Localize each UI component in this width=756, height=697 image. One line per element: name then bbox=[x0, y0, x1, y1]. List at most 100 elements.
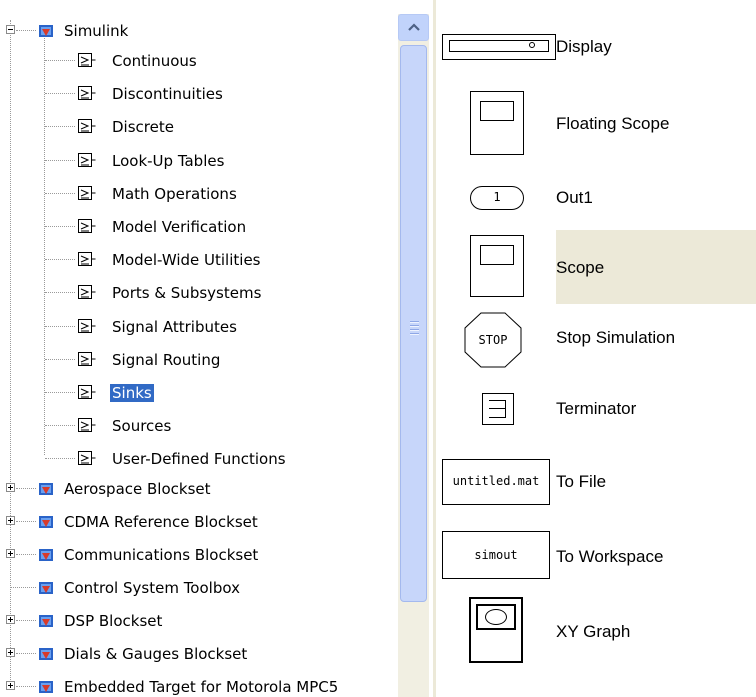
expand-toggle-icon[interactable] bbox=[6, 516, 15, 525]
block-label: Out1 bbox=[556, 188, 593, 207]
sublibrary-block-icon bbox=[78, 53, 96, 67]
scope-block-icon bbox=[470, 235, 524, 297]
to-workspace-block-icon: simout bbox=[442, 531, 550, 579]
tree-item-label: CDMA Reference Blockset bbox=[64, 513, 258, 531]
scroll-up-button[interactable] bbox=[398, 14, 429, 41]
sublibrary-block-icon bbox=[78, 219, 96, 233]
block-to-workspace[interactable]: simout To Workspace bbox=[436, 528, 756, 584]
sublibrary-block-icon bbox=[78, 185, 96, 200]
sublibrary-block-icon bbox=[78, 318, 96, 333]
stop-block-icon: STOP bbox=[464, 312, 522, 368]
block-label: Floating Scope bbox=[556, 114, 670, 133]
sublibrary-block-icon bbox=[78, 252, 96, 267]
grip-icon bbox=[410, 321, 419, 337]
tree-connector bbox=[45, 226, 75, 227]
toolbox-library-icon bbox=[39, 615, 53, 627]
block-to-file[interactable]: untitled.mat To File bbox=[436, 456, 756, 512]
block-icon-text: 1 bbox=[493, 190, 501, 204]
tree-item-simulink[interactable]: Simulink bbox=[0, 16, 398, 46]
collapse-toggle-icon[interactable] bbox=[6, 25, 15, 34]
sublibrary-block-icon bbox=[78, 385, 96, 399]
tree-item-sublibrary[interactable]: Ports & Subsystems bbox=[0, 278, 398, 308]
tree-connector bbox=[45, 392, 75, 393]
tree-item-library[interactable]: CDMA Reference Blockset bbox=[0, 507, 398, 537]
chevron-up-icon bbox=[408, 23, 420, 31]
tree-item-label: Ports & Subsystems bbox=[112, 284, 262, 303]
tree-item-sublibrary[interactable]: Model Verification bbox=[0, 212, 398, 242]
tree-item-label: Signal Routing bbox=[112, 350, 221, 369]
tree-item-sublibrary[interactable]: Sinks bbox=[0, 378, 398, 408]
tree-connector bbox=[45, 458, 75, 460]
tree-item-sublibrary[interactable]: Sources bbox=[0, 411, 398, 441]
block-xy-graph[interactable]: XY Graph bbox=[436, 594, 756, 674]
tree-item-library[interactable]: Aerospace Blockset bbox=[0, 474, 398, 504]
tree-item-label: Model-Wide Utilities bbox=[112, 251, 261, 270]
tree-item-library[interactable]: Embedded Target for Motorola MPC5 bbox=[0, 672, 398, 697]
tree-item-sublibrary[interactable]: Discrete bbox=[0, 112, 398, 142]
sublibrary-block-icon bbox=[78, 86, 96, 101]
tree-item-library[interactable]: Control System Toolbox bbox=[0, 573, 398, 603]
block-floating-scope[interactable]: Floating Scope bbox=[436, 86, 756, 162]
block-list[interactable]: Display Floating Scope 1 Out1 Scope STOP… bbox=[436, 0, 756, 697]
sublibrary-block-icon bbox=[78, 119, 96, 134]
tree-item-label: Signal Attributes bbox=[112, 317, 237, 336]
tree-connector bbox=[16, 620, 36, 621]
tree-connector bbox=[16, 488, 36, 489]
tree-item-library[interactable]: DSP Blockset bbox=[0, 606, 398, 636]
block-scope[interactable]: Scope bbox=[436, 230, 756, 304]
tree-item-library[interactable]: Dials & Gauges Blockset bbox=[0, 639, 398, 669]
tree-connector bbox=[11, 587, 36, 588]
tree-item-label: Discontinuities bbox=[112, 85, 223, 104]
tree-connector bbox=[16, 686, 36, 687]
block-out1[interactable]: 1 Out1 bbox=[436, 176, 756, 220]
sublibrary-block-icon bbox=[78, 351, 96, 366]
tree-item-sublibrary[interactable]: Discontinuities bbox=[0, 79, 398, 109]
terminator-block-icon bbox=[482, 393, 514, 425]
toolbox-library-icon bbox=[39, 681, 53, 693]
tree-item-sublibrary[interactable]: Signal Routing bbox=[0, 345, 398, 375]
library-tree[interactable]: Simulink Continuous Discontinuities Discre… bbox=[0, 0, 433, 697]
tree-item-sublibrary[interactable]: Model-Wide Utilities bbox=[0, 245, 398, 275]
tree-item-sublibrary[interactable]: Look-Up Tables bbox=[0, 146, 398, 176]
tree-connector bbox=[16, 30, 36, 31]
tree-scrollbar[interactable] bbox=[398, 14, 429, 697]
tree-item-library[interactable]: Communications Blockset bbox=[0, 540, 398, 570]
block-stop-simulation[interactable]: STOP Stop Simulation bbox=[436, 306, 756, 372]
floating-scope-block-icon bbox=[470, 91, 524, 155]
tree-item-label: DSP Blockset bbox=[64, 612, 163, 630]
sublibrary-block-icon bbox=[78, 451, 96, 466]
tree-item-label: Sinks bbox=[110, 384, 154, 402]
tree-item-label: Communications Blockset bbox=[64, 546, 259, 564]
tree-connector bbox=[45, 358, 75, 360]
block-display[interactable]: Display bbox=[436, 26, 756, 70]
expand-toggle-icon[interactable] bbox=[6, 549, 15, 558]
block-terminator[interactable]: Terminator bbox=[436, 388, 756, 436]
tree-item-label: Sources bbox=[112, 417, 172, 436]
tree-item-label: Continuous bbox=[112, 52, 197, 70]
expand-toggle-icon[interactable] bbox=[6, 483, 15, 492]
tree-item-sublibrary[interactable]: Math Operations bbox=[0, 179, 398, 209]
to-file-block-icon: untitled.mat bbox=[442, 459, 550, 505]
tree-connector bbox=[45, 292, 75, 294]
block-label: To File bbox=[556, 472, 607, 491]
toolbox-library-icon bbox=[39, 549, 53, 561]
block-label: Stop Simulation bbox=[556, 328, 676, 347]
expand-toggle-icon[interactable] bbox=[6, 648, 15, 657]
block-icon-text: untitled.mat bbox=[452, 474, 540, 488]
tree-item-label: Discrete bbox=[112, 118, 174, 137]
toolbox-library-icon bbox=[39, 483, 53, 495]
scroll-thumb[interactable] bbox=[400, 45, 427, 602]
tree-item-sublibrary[interactable]: Continuous bbox=[0, 46, 398, 76]
tree-item-sublibrary[interactable]: User-Defined Functions bbox=[0, 444, 398, 474]
sublibrary-block-icon bbox=[78, 418, 96, 433]
toolbox-library-icon bbox=[39, 516, 53, 528]
sublibrary-block-icon bbox=[78, 152, 96, 167]
expand-toggle-icon[interactable] bbox=[6, 615, 15, 624]
tree-connector bbox=[45, 93, 75, 95]
expand-toggle-icon[interactable] bbox=[6, 681, 15, 690]
tree-connector bbox=[45, 159, 75, 161]
simulink-library-icon bbox=[39, 25, 53, 37]
tree-connector bbox=[45, 192, 75, 194]
tree-item-label: Embedded Target for Motorola MPC5 bbox=[64, 678, 339, 696]
tree-item-sublibrary[interactable]: Signal Attributes bbox=[0, 312, 398, 342]
